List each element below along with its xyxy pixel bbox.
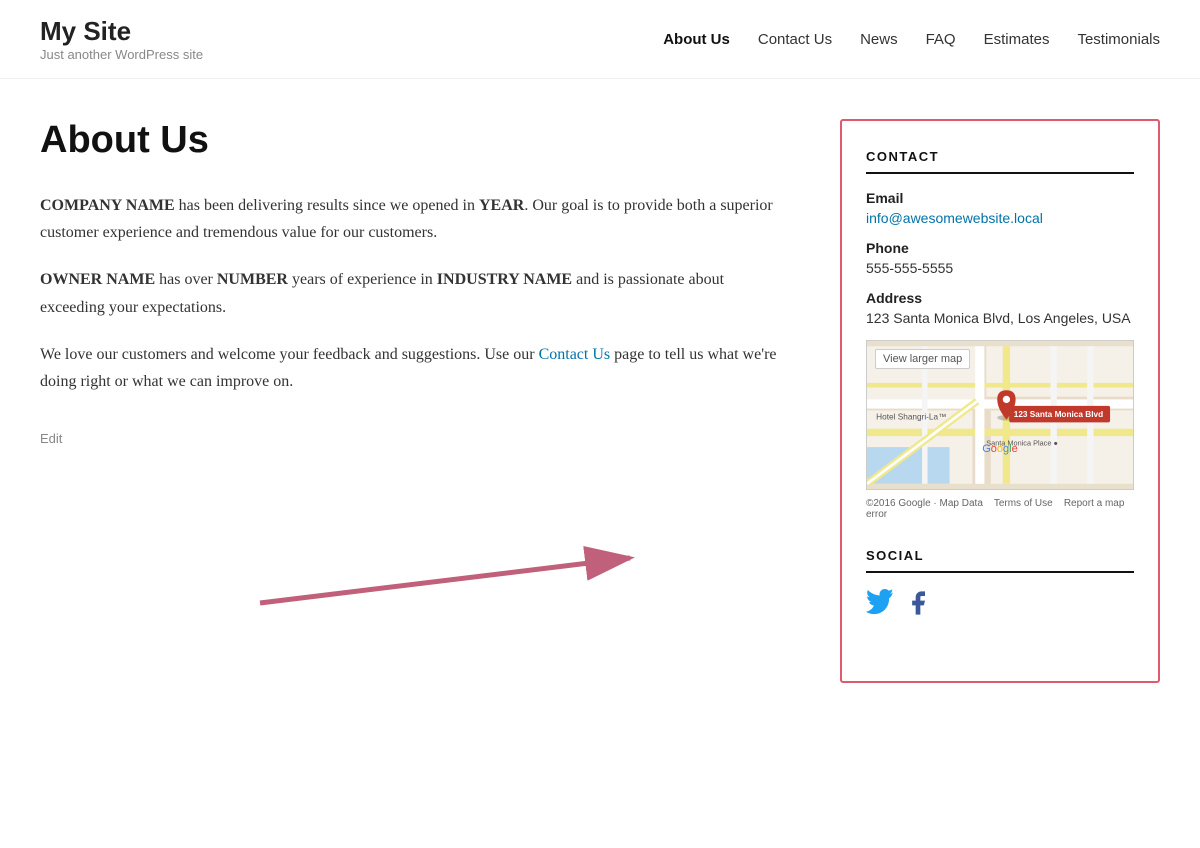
nav-item-faq[interactable]: FAQ [926,31,956,48]
contact-section-title: CONTACT [866,149,1134,174]
edit-link[interactable]: Edit [40,431,62,446]
social-icons [866,589,1134,625]
svg-text:Hotel Shangri-La™: Hotel Shangri-La™ [876,413,946,422]
twitter-icon[interactable] [866,589,894,625]
facebook-icon[interactable] [904,589,932,625]
sidebar: CONTACT Email info@awesomewebsite.local … [840,119,1160,683]
site-nav: About Us Contact Us News FAQ Estimates T… [663,31,1160,48]
google-logo: Google [982,443,1018,455]
address-label: Address [866,290,1134,306]
site-branding: My Site Just another WordPress site [40,16,203,62]
content-para-2: OWNER NAME has over NUMBER years of expe… [40,266,780,320]
page-title: About Us [40,119,780,162]
contact-us-link[interactable]: Contact Us [539,346,611,363]
arrow-container [240,543,660,623]
nav-item-testimonials[interactable]: Testimonials [1077,31,1160,48]
site-title: My Site [40,16,203,47]
main-wrapper: About Us COMPANY NAME has been deliverin… [0,79,1200,723]
content-para-1: COMPANY NAME has been delivering results… [40,192,780,246]
email-label: Email [866,190,1134,206]
nav-item-news[interactable]: News [860,31,898,48]
sidebar-contact-section: CONTACT Email info@awesomewebsite.local … [866,149,1134,520]
site-header: My Site Just another WordPress site Abou… [0,0,1200,79]
nav-item-about-us[interactable]: About Us [663,31,730,48]
nav-item-contact-us[interactable]: Contact Us [758,31,832,48]
address-value: 123 Santa Monica Blvd, Los Angeles, USA [866,310,1134,326]
site-tagline: Just another WordPress site [40,47,203,62]
sidebar-social-section: SOCIAL [866,548,1134,625]
phone-value: 555-555-5555 [866,260,1134,276]
svg-text:123 Santa Monica Blvd: 123 Santa Monica Blvd [1014,410,1103,419]
phone-label: Phone [866,240,1134,256]
content-area: About Us COMPANY NAME has been deliverin… [40,119,800,683]
nav-item-estimates[interactable]: Estimates [984,31,1050,48]
arrow-icon [240,543,660,623]
email-link[interactable]: info@awesomewebsite.local [866,210,1043,226]
view-larger-map-button[interactable]: View larger map [875,349,970,369]
content-para-3: We love our customers and welcome your f… [40,341,780,395]
map-container[interactable]: Hotel Shangri-La™ 123 Santa Monica Blvd … [866,340,1134,490]
email-value: info@awesomewebsite.local [866,210,1134,226]
map-footer: ©2016 Google · Map Data Terms of Use Rep… [866,498,1134,520]
social-section-title: SOCIAL [866,548,1134,573]
